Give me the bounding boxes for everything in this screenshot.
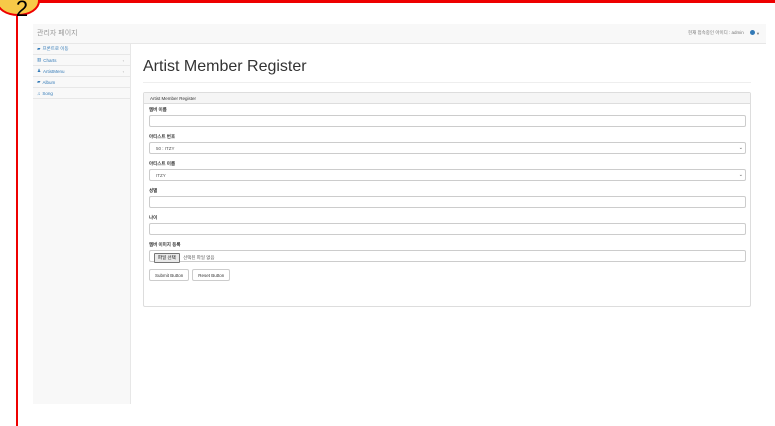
step-number-badge: 2 — [0, 0, 40, 21]
chevron-down-icon: ⌄ — [738, 172, 743, 178]
artist-name-selected: ITZY — [156, 173, 166, 178]
music-icon: ♫ — [37, 90, 41, 96]
image-upload-group: 멤버 이미지 등록 파일 선택 선택된 파일 없음 — [149, 242, 746, 263]
caret-down-icon: ▼ — [756, 31, 760, 36]
bar-chart-icon: ▥ — [37, 57, 42, 62]
artist-number-select[interactable]: 50 : ITZY ⌄ — [149, 142, 746, 154]
top-navbar: 관리자 페이지 현재 접속중인 아이디 : admin ▼ — [33, 24, 766, 44]
artist-number-label: 아티스트 번호 — [149, 134, 176, 139]
page-title: Artist Member Register — [143, 58, 751, 83]
sidebar-item-artistmenu[interactable]: ♟ ArtistMenu ‹ — [33, 66, 130, 77]
artist-number-group: 아티스트 번호 50 : ITZY ⌄ — [149, 134, 746, 154]
artist-name-group: 아티스트 이름 ITZY ⌄ — [149, 161, 746, 181]
gender-group: 성별 — [149, 188, 746, 208]
user-icon — [749, 30, 755, 35]
chevron-down-icon: ⌄ — [738, 145, 743, 151]
highlight-frame-left — [16, 0, 18, 426]
age-label: 나이 — [149, 215, 158, 220]
gender-input[interactable] — [149, 196, 746, 208]
form-buttons: Submit Button Reset Button — [149, 269, 745, 281]
artist-number-selected: 50 : ITZY — [156, 146, 175, 151]
sidebar-item-album[interactable]: ▰ Album — [33, 77, 130, 88]
dashboard-icon: ▰ — [37, 46, 41, 51]
image-file-input[interactable]: 파일 선택 선택된 파일 없음 — [149, 250, 746, 263]
sidebar-item-label: ArtistMenu — [43, 68, 65, 74]
sidebar-item-label: Album — [42, 79, 56, 85]
member-name-input[interactable] — [149, 115, 746, 127]
step-number: 2 — [15, 0, 29, 21]
file-status-text: 선택된 파일 없음 — [183, 255, 215, 260]
image-upload-label: 멤버 이미지 등록 — [149, 242, 181, 247]
user-menu-toggle[interactable]: ▼ — [749, 30, 760, 36]
sidebar: ▰ 프론트로 이동 ▥ Charts ‹ ♟ ArtistMenu ‹ ▰ Al… — [33, 44, 131, 404]
nav-user-area: 현재 접속중인 아이디 : admin ▼ — [688, 30, 760, 36]
user-icon: ♟ — [37, 68, 42, 73]
chevron-left-icon: ‹ — [122, 58, 124, 63]
reset-button[interactable]: Reset Button — [192, 269, 231, 281]
artist-name-select[interactable]: ITZY ⌄ — [149, 169, 746, 181]
chevron-left-icon: ‹ — [122, 69, 124, 74]
submit-button[interactable]: Submit Button — [149, 269, 190, 281]
panel-heading: Artist Member Register — [144, 93, 750, 104]
artist-name-label: 아티스트 이름 — [149, 161, 176, 166]
sidebar-item-label: Song — [42, 90, 53, 96]
main-content: Artist Member Register Artist Member Reg… — [143, 44, 751, 307]
member-name-group: 멤버 이름 — [149, 107, 746, 127]
brand-title[interactable]: 관리자 페이지 — [37, 28, 78, 38]
age-input[interactable] — [149, 223, 746, 235]
sidebar-item-front[interactable]: ▰ 프론트로 이동 — [33, 44, 130, 55]
choose-file-button[interactable]: 파일 선택 — [154, 253, 180, 263]
screen: 관리자 페이지 현재 접속중인 아이디 : admin ▼ ▰ 프론트로 이동 … — [0, 0, 775, 426]
highlight-frame-top — [0, 0, 775, 3]
member-name-label: 멤버 이름 — [149, 107, 167, 112]
current-user-text: 현재 접속중인 아이디 : admin — [687, 30, 744, 35]
gender-label: 성별 — [149, 188, 158, 193]
sidebar-item-label: 프론트로 이동 — [42, 46, 69, 51]
album-icon: ▰ — [37, 79, 41, 84]
sidebar-item-charts[interactable]: ▥ Charts ‹ — [33, 55, 130, 66]
register-form: 멤버 이름 아티스트 번호 50 : ITZY ⌄ 아티스트 이름 ITZY ⌄ — [144, 104, 750, 284]
sidebar-item-label: Charts — [43, 57, 57, 63]
age-group: 나이 — [149, 215, 746, 235]
register-panel: Artist Member Register 멤버 이름 아티스트 번호 50 … — [143, 92, 751, 307]
sidebar-item-song[interactable]: ♫ Song — [33, 88, 130, 99]
